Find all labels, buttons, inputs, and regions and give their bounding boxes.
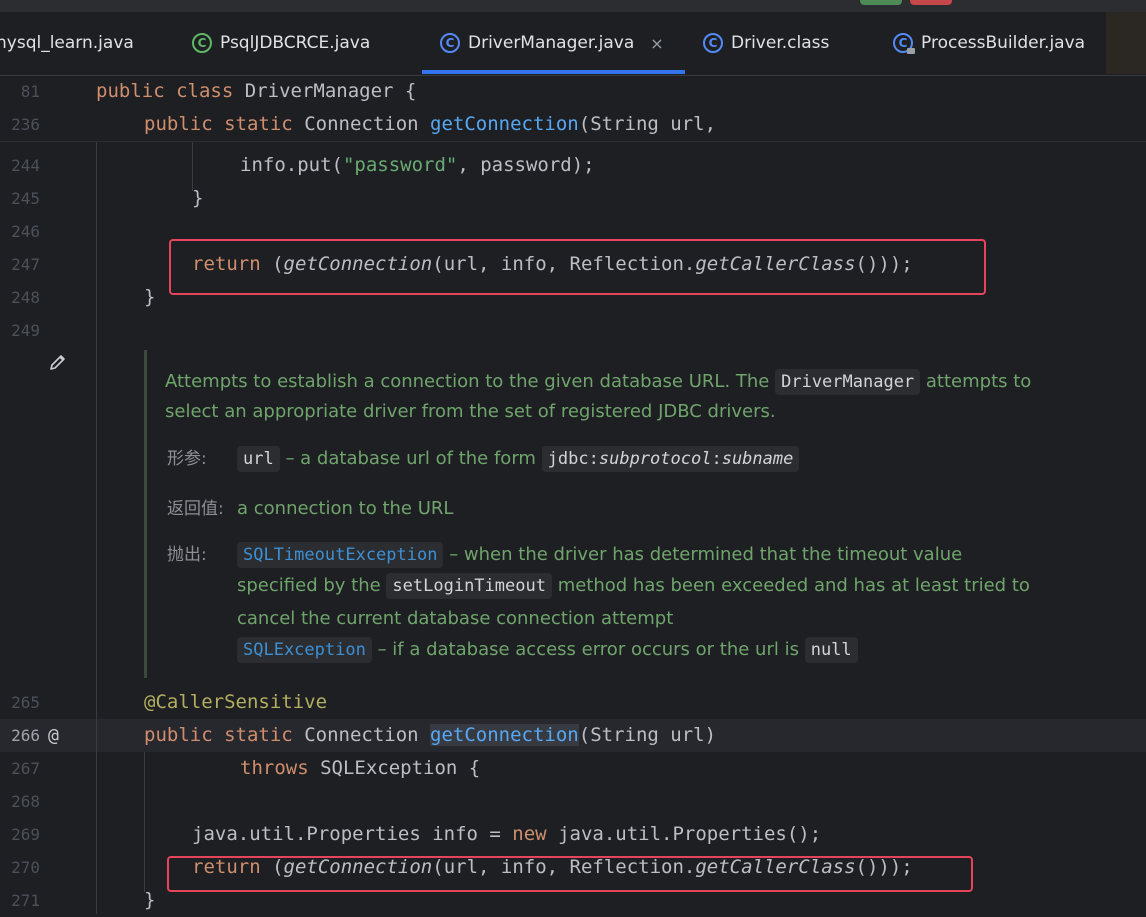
pencil-icon[interactable] [48, 352, 68, 376]
code-line: public static Connection getConnection(S… [144, 724, 717, 746]
throws-entry: specified by the setLoginTimeout method … [237, 573, 1030, 599]
code-line: public class DriverManager { [96, 80, 417, 102]
code-line: info.put("password", password); [240, 154, 595, 176]
annotation-box [167, 856, 973, 892]
code-chip: url [237, 446, 280, 472]
title-strip [0, 0, 1146, 12]
line-number: 267 [11, 759, 40, 778]
code-line: throws SQLException { [240, 757, 481, 779]
line-number: 270 [11, 858, 40, 877]
line-number: 271 [11, 891, 40, 910]
tab-processbuilder[interactable]: C ProcessBuilder.java [893, 12, 1108, 74]
indent-guide [144, 752, 145, 892]
code-chip: setLoginTimeout [386, 573, 552, 599]
throws-entry: cancel the current database connection a… [237, 608, 674, 629]
doc-description: Attempts to establish a connection to th… [165, 369, 1031, 395]
tab-drivermanager[interactable]: C DriverManager.java × [422, 12, 685, 74]
params-label: 形参: [167, 449, 207, 469]
indent-guide [96, 141, 97, 914]
line-number: 236 [11, 115, 40, 134]
code-line: java.util.Properties info = new java.uti… [192, 823, 822, 845]
stop-button[interactable] [910, 0, 952, 5]
throws-label: 抛出: [167, 545, 207, 565]
exception-link[interactable]: SQLTimeoutException [237, 542, 444, 568]
line-number: 247 [11, 255, 40, 274]
javadoc-block: Attempts to establish a connection to th… [144, 350, 1144, 678]
tab-label: nysql_learn.java [0, 33, 134, 53]
exception-link[interactable]: SQLException [237, 637, 372, 663]
line-number: 244 [11, 156, 40, 175]
code-line: @CallerSensitive [144, 691, 328, 713]
code-line: } [144, 286, 156, 308]
code-line: } [144, 889, 156, 911]
active-tab-indicator [422, 70, 685, 74]
editor-tab-bar: nysql_learn.java C PsqlJDBCRCE.java C Dr… [0, 12, 1146, 76]
code-line: public static Connection getConnection(S… [144, 113, 717, 135]
tab-overflow-fade [1106, 12, 1146, 74]
annotation-box [169, 239, 986, 295]
tab-label: PsqlJDBCRCE.java [220, 33, 371, 53]
throws-entry: SQLTimeoutException – when the driver ha… [237, 542, 962, 568]
throws-entry: SQLException – if a database access erro… [237, 637, 858, 663]
tab-label: Driver.class [731, 33, 830, 53]
java-class-icon: C [440, 33, 460, 53]
line-number: 269 [11, 825, 40, 844]
java-class-icon: C [703, 33, 723, 53]
java-class-locked-icon: C [893, 33, 915, 54]
method-name-highlight: getConnection [430, 724, 579, 746]
returns-text: a connection to the URL [237, 498, 454, 519]
code-chip: null [804, 637, 858, 663]
param-entry: url – a database url of the form jdbc:su… [237, 446, 800, 472]
code-chip: DriverManager [775, 369, 921, 395]
at-icon[interactable]: @ [48, 719, 59, 752]
line-number: 246 [11, 222, 40, 241]
line-number: 266 [11, 726, 40, 745]
javadoc-bar [144, 350, 147, 678]
line-number: 81 [20, 82, 40, 101]
line-number: 268 [11, 792, 40, 811]
run-button[interactable] [860, 0, 902, 5]
tab-mysql-learn[interactable]: nysql_learn.java [0, 12, 180, 74]
sticky-divider [0, 141, 1146, 142]
line-number: 248 [11, 288, 40, 307]
tab-psqljdbcrce[interactable]: C PsqlJDBCRCE.java [192, 12, 412, 74]
doc-description: select an appropriate driver from the se… [165, 401, 776, 422]
line-number: 265 [11, 693, 40, 712]
close-icon[interactable]: × [650, 34, 663, 53]
line-number: 249 [11, 321, 40, 340]
returns-label: 返回值: [167, 499, 224, 519]
code-line: } [192, 187, 204, 209]
line-number: 245 [11, 189, 40, 208]
tab-label: ProcessBuilder.java [921, 33, 1086, 53]
tab-driver-class[interactable]: C Driver.class [703, 12, 883, 74]
java-class-run-icon: C [192, 33, 212, 53]
code-chip: jdbc:subprotocol:subname [541, 446, 800, 472]
tab-label: DriverManager.java [468, 33, 635, 53]
